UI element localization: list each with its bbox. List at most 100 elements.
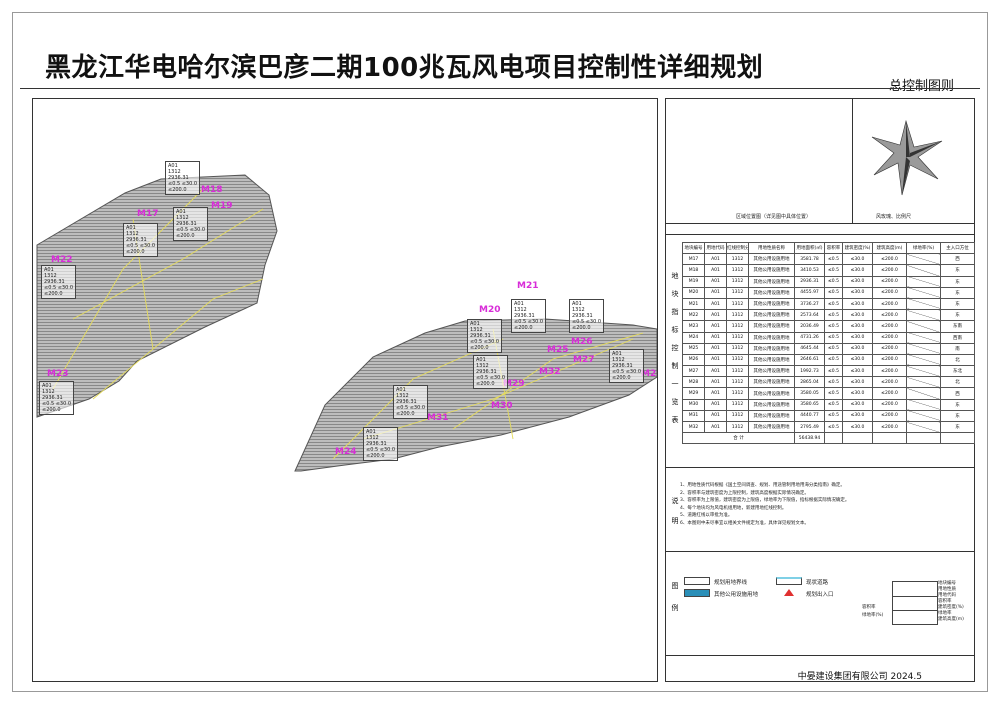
- legend-swatch-road: [776, 577, 802, 585]
- lot-label-m27[interactable]: M27: [573, 355, 594, 365]
- table-cell: A01: [704, 297, 727, 311]
- lot-label-m24[interactable]: M24: [335, 447, 356, 457]
- table-cell: [906, 320, 941, 333]
- table-cell: 东南: [940, 320, 975, 333]
- table-cell: 2573.64: [794, 309, 825, 322]
- table-row: M31 A01 1312 其他公用设施用地 4440.77 ≤0.5 ≤30.0 ≤200.0…: [682, 409, 975, 423]
- table-cell: ≤200.0: [872, 286, 907, 299]
- table-cell: 2036.49: [794, 320, 825, 333]
- table-cell: 1312: [726, 387, 749, 400]
- table-cell: M22: [682, 309, 705, 322]
- table-cell: 东: [940, 309, 975, 322]
- table-row: M18 A01 1312 其他公用设施用地 3410.53 ≤0.5 ≤30.0 ≤200.0…: [682, 264, 975, 277]
- table-cell: 1312: [726, 342, 749, 355]
- table-row: M22 A01 1312 其他公用设施用地 2573.64 ≤0.5 ≤30.0 ≤200.0…: [682, 309, 975, 322]
- legend-swatch-utility: [684, 589, 710, 597]
- table-cell: [906, 253, 941, 266]
- lot-label-m17[interactable]: M17: [137, 209, 158, 219]
- table-cell: [906, 398, 941, 411]
- title-rule: [20, 88, 980, 89]
- table-cell: ≤0.5: [824, 342, 843, 355]
- table-cell: M32: [682, 420, 705, 434]
- table-cell: 其他公用设施用地: [748, 275, 795, 288]
- table-cell: M25: [682, 342, 705, 355]
- table-cell: ≤200.0: [872, 275, 907, 288]
- table-cell: M21: [682, 297, 705, 311]
- control-table: 地块编号用地代码红线控制分类用地性质名称用地面积(㎡)容积率建筑密度(%)建筑高…: [682, 241, 975, 445]
- table-cell: [906, 420, 941, 434]
- table-cell: M28: [682, 376, 705, 389]
- notes-divider: [666, 551, 974, 552]
- table-cell: ≤0.5: [824, 253, 843, 266]
- table-cell: 1312: [726, 353, 749, 367]
- table-cell: ≤200.0: [872, 387, 907, 400]
- table-cell: [906, 409, 941, 423]
- table-row: M28 A01 1312 其他公用设施用地 2865.04 ≤0.5 ≤30.0 ≤200.0…: [682, 376, 975, 389]
- table-cell: 4455.97: [794, 286, 825, 299]
- lot-plate: A01 1312 2936.31 ≤0.5 ≤30.0 ≤200.0: [393, 385, 429, 419]
- table-cell: ≤0.5: [824, 297, 843, 311]
- table-cell: A01: [704, 286, 727, 299]
- table-cell: 1312: [726, 309, 749, 322]
- lot-label-m31[interactable]: M31: [427, 413, 448, 423]
- table-cell: 其他公用设施用地: [748, 309, 795, 322]
- table-cell: 1312: [726, 320, 749, 333]
- table-cell: ≤0.5: [824, 309, 843, 322]
- lot-label-m22[interactable]: M22: [51, 255, 72, 265]
- lot-label-m21[interactable]: M21: [517, 281, 538, 291]
- lot-label-m20[interactable]: M20: [479, 305, 500, 315]
- page-title: 黑龙江华电哈尔滨巴彦二期100兆瓦风电项目控制性详细规划: [45, 53, 764, 83]
- company-footer: 中晏建设集团有限公司 2024.5: [797, 672, 922, 682]
- table-cell: 1312: [726, 253, 749, 266]
- table-cell: ≤200.0: [872, 398, 907, 411]
- table-cell: 东: [940, 409, 975, 423]
- lot-label-m30[interactable]: M30: [491, 401, 512, 411]
- table-cell: 北: [940, 376, 975, 389]
- table-row: M17 A01 1312 其他公用设施用地 3581.78 ≤0.5 ≤30.0 ≤200.0…: [682, 253, 975, 266]
- notes-title: 说明: [671, 497, 679, 525]
- lot-label-m26[interactable]: M26: [571, 337, 592, 347]
- table-cell: ≤0.5: [824, 331, 843, 344]
- lot-plate: A01 1312 2936.31 ≤0.5 ≤30.0 ≤200.0: [165, 161, 201, 195]
- table-cell: ≤200.0: [872, 331, 907, 344]
- table-cell: A01: [704, 264, 727, 277]
- legend-label-entrance: 规划出入口: [806, 592, 834, 598]
- legend-label-utility: 其他公用设施用地: [714, 592, 759, 598]
- table-cell: A01: [704, 376, 727, 389]
- table-cell: ≤0.5: [824, 264, 843, 277]
- table-cell: 东: [940, 264, 975, 277]
- lot-label-m18[interactable]: M18: [201, 185, 222, 195]
- table-header-row: 地块编号用地代码红线控制分类用地性质名称用地面积(㎡)容积率建筑密度(%)建筑高…: [682, 241, 975, 255]
- lot-label-m19[interactable]: M19: [211, 201, 232, 211]
- table-cell: 西: [940, 387, 975, 400]
- table-cell: M18: [682, 264, 705, 277]
- table-cell: 1312: [726, 365, 749, 378]
- table-cell: A01: [704, 365, 727, 378]
- table-cell: 其他公用设施用地: [748, 353, 795, 367]
- table-cell: ≤0.5: [824, 286, 843, 299]
- control-table-title: 地块指标控制一览表: [671, 272, 679, 424]
- lot-label-m32[interactable]: M32: [539, 367, 560, 377]
- table-cell: 1312: [726, 420, 749, 434]
- table-cell: 北: [940, 353, 975, 367]
- table-cell: ≤200.0: [872, 365, 907, 378]
- table-cell: 1312: [726, 297, 749, 311]
- table-cell: M30: [682, 398, 705, 411]
- table-cell: ≤0.5: [824, 320, 843, 333]
- table-cell: M31: [682, 409, 705, 423]
- lot-label-m23[interactable]: M23: [47, 369, 68, 379]
- lot-label-m25[interactable]: M25: [547, 345, 568, 355]
- table-cell: ≤30.0: [842, 286, 873, 299]
- table-cell: 其他公用设施用地: [748, 331, 795, 344]
- table-cell: 1312: [726, 376, 749, 389]
- table-cell: 2936.31: [794, 275, 825, 288]
- planning-map[interactable]: M17 M18 M19 M20 M21 M22 M23 M24 M25 M26 …: [32, 98, 658, 682]
- table-cell: M23: [682, 320, 705, 333]
- entrance-triangle-icon: [784, 589, 794, 596]
- table-cell: [906, 331, 941, 344]
- table-cell: 东: [940, 420, 975, 434]
- table-cell: 东: [940, 275, 975, 288]
- table-cell: ≤0.5: [824, 365, 843, 378]
- info-panel: 区域位置图（详见图中具体位置） 风玫瑰、比例尺 地块指标控制一览表 地块编号 用地…: [665, 98, 975, 682]
- table-row: M26 A01 1312 其他公用设施用地 2646.61 ≤0.5 ≤30.0 ≤200.0…: [682, 353, 975, 367]
